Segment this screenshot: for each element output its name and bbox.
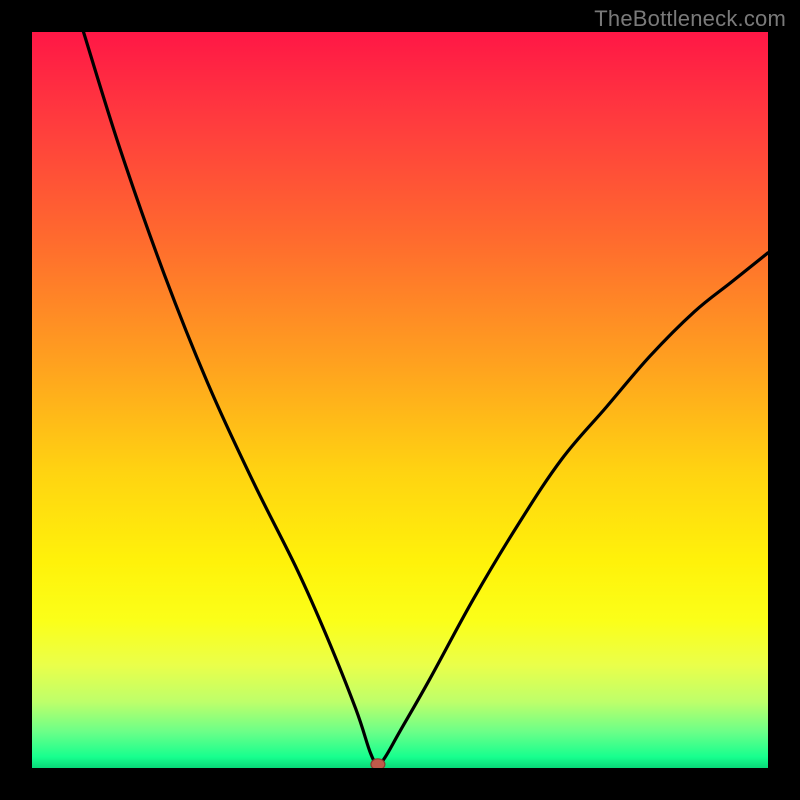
chart-frame: TheBottleneck.com xyxy=(0,0,800,800)
watermark-text: TheBottleneck.com xyxy=(594,6,786,32)
plot-area xyxy=(32,32,768,768)
chart-svg xyxy=(32,32,768,768)
minimum-marker xyxy=(371,759,385,768)
gradient-background xyxy=(32,32,768,768)
